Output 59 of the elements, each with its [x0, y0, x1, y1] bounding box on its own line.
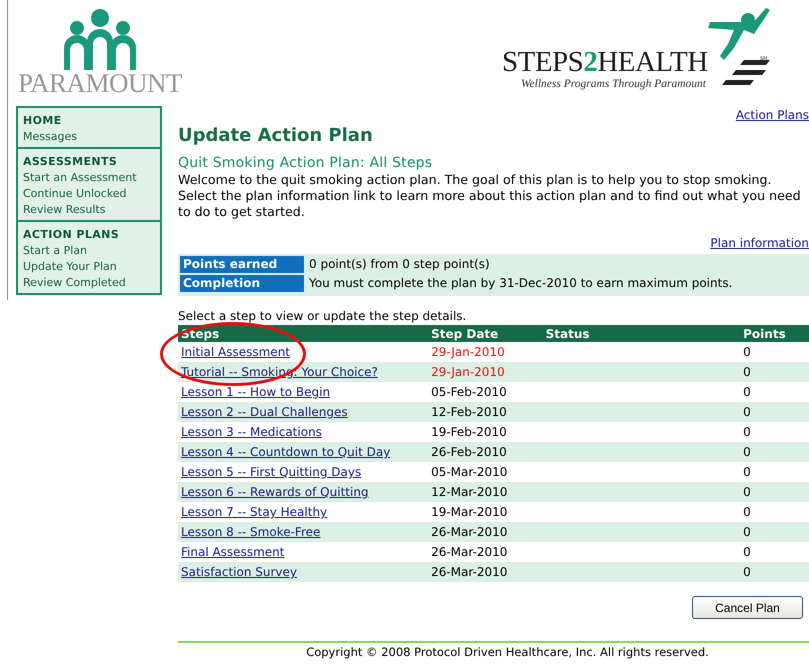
step-link[interactable]: Lesson 7 -- Stay Healthy — [181, 505, 328, 519]
nav-heading: ASSESSMENTS — [23, 154, 118, 170]
nav-heading: ACTION PLANS — [23, 227, 120, 243]
summary-value: You must complete the plan by 31-Dec-2010 to earn maximum points. — [308, 275, 732, 292]
step-date: 19-Feb-2010 — [428, 422, 543, 442]
step-date: 29-Jan-2010 — [428, 362, 543, 382]
step-link[interactable]: Initial Assessment — [181, 345, 290, 359]
step-date: 26-Mar-2010 — [428, 542, 543, 562]
nav-link[interactable]: Review Completed — [23, 275, 126, 291]
step-link[interactable]: Final Assessment — [181, 545, 284, 559]
step-date: 12-Feb-2010 — [428, 402, 543, 422]
nav-link[interactable]: Continue Unlocked — [23, 186, 127, 202]
summary-value: 0 point(s) from 0 step point(s) — [308, 256, 490, 273]
step-date: 12-Mar-2010 — [428, 482, 543, 502]
step-link[interactable]: Lesson 1 -- How to Begin — [181, 385, 330, 399]
logo-tagline: Wellness Programs Through Paramount — [521, 78, 706, 90]
cancel-plan-button[interactable]: Cancel Plan — [692, 596, 803, 619]
people-logo-icon — [62, 8, 138, 70]
column-header: Step Date — [428, 325, 543, 342]
points-cell: 0 — [740, 362, 809, 382]
nav-link[interactable]: Start an Assessment — [23, 170, 137, 186]
column-header: Points — [740, 325, 809, 342]
column-header: Status — [542, 325, 740, 342]
copyright-text: Copyright © 2008 Protocol Driven Healthcare, Inc. All rights reserved. — [305, 645, 710, 659]
step-date: 26-Mar-2010 — [428, 522, 543, 542]
points-cell: 0 — [740, 402, 809, 422]
nav-link[interactable]: Update Your Plan — [23, 259, 117, 275]
points-cell: 0 — [740, 482, 809, 502]
points-cell: 0 — [740, 422, 809, 442]
nav-heading: HOME — [23, 113, 63, 129]
points-cell: 0 — [740, 502, 809, 522]
plan-information-link[interactable]: Plan information — [710, 235, 809, 251]
points-cell: 0 — [740, 562, 809, 582]
logo-name: PARAMOUNT — [18, 70, 182, 97]
step-date: 26-Feb-2010 — [428, 442, 543, 462]
step-date: 29-Jan-2010 — [428, 342, 543, 362]
step-link[interactable]: Lesson 5 -- First Quitting Days — [181, 465, 362, 479]
logo-name: STEPS2HEALTH — [502, 46, 708, 79]
points-cell: 0 — [740, 522, 809, 542]
summary-label: Points earned — [180, 256, 304, 273]
points-cell: 0 — [740, 382, 809, 402]
summary-label: Completion — [180, 275, 304, 292]
intro-paragraph: Welcome to the quit smoking action plan. The goal of this plan is to help you to stop smoking. Select the plan information link to learn more about this action plan and to find out what you need to do to get started. — [178, 172, 802, 220]
points-cell: 0 — [740, 342, 809, 362]
action-plans-link[interactable]: Action Plans — [736, 107, 809, 123]
plan-subtitle: Quit Smoking Action Plan: All Steps — [178, 154, 434, 172]
page-title: Update Action Plan — [178, 125, 374, 147]
nav-link[interactable]: Messages — [23, 129, 77, 145]
points-cell: 0 — [740, 462, 809, 482]
step-date: 05-Mar-2010 — [428, 462, 543, 482]
step-link[interactable]: Lesson 3 -- Medications — [181, 425, 322, 439]
points-cell: 0 — [740, 442, 809, 462]
step-date: 19-Mar-2010 — [428, 502, 543, 522]
nav-link[interactable]: Start a Plan — [23, 243, 88, 259]
points-cell: 0 — [740, 542, 809, 562]
step-date: 26-Mar-2010 — [428, 562, 543, 582]
instruction-text: Select a step to view or update the step details. — [178, 308, 468, 324]
nav-link[interactable]: Review Results — [23, 202, 106, 218]
step-date: 05-Feb-2010 — [428, 382, 543, 402]
